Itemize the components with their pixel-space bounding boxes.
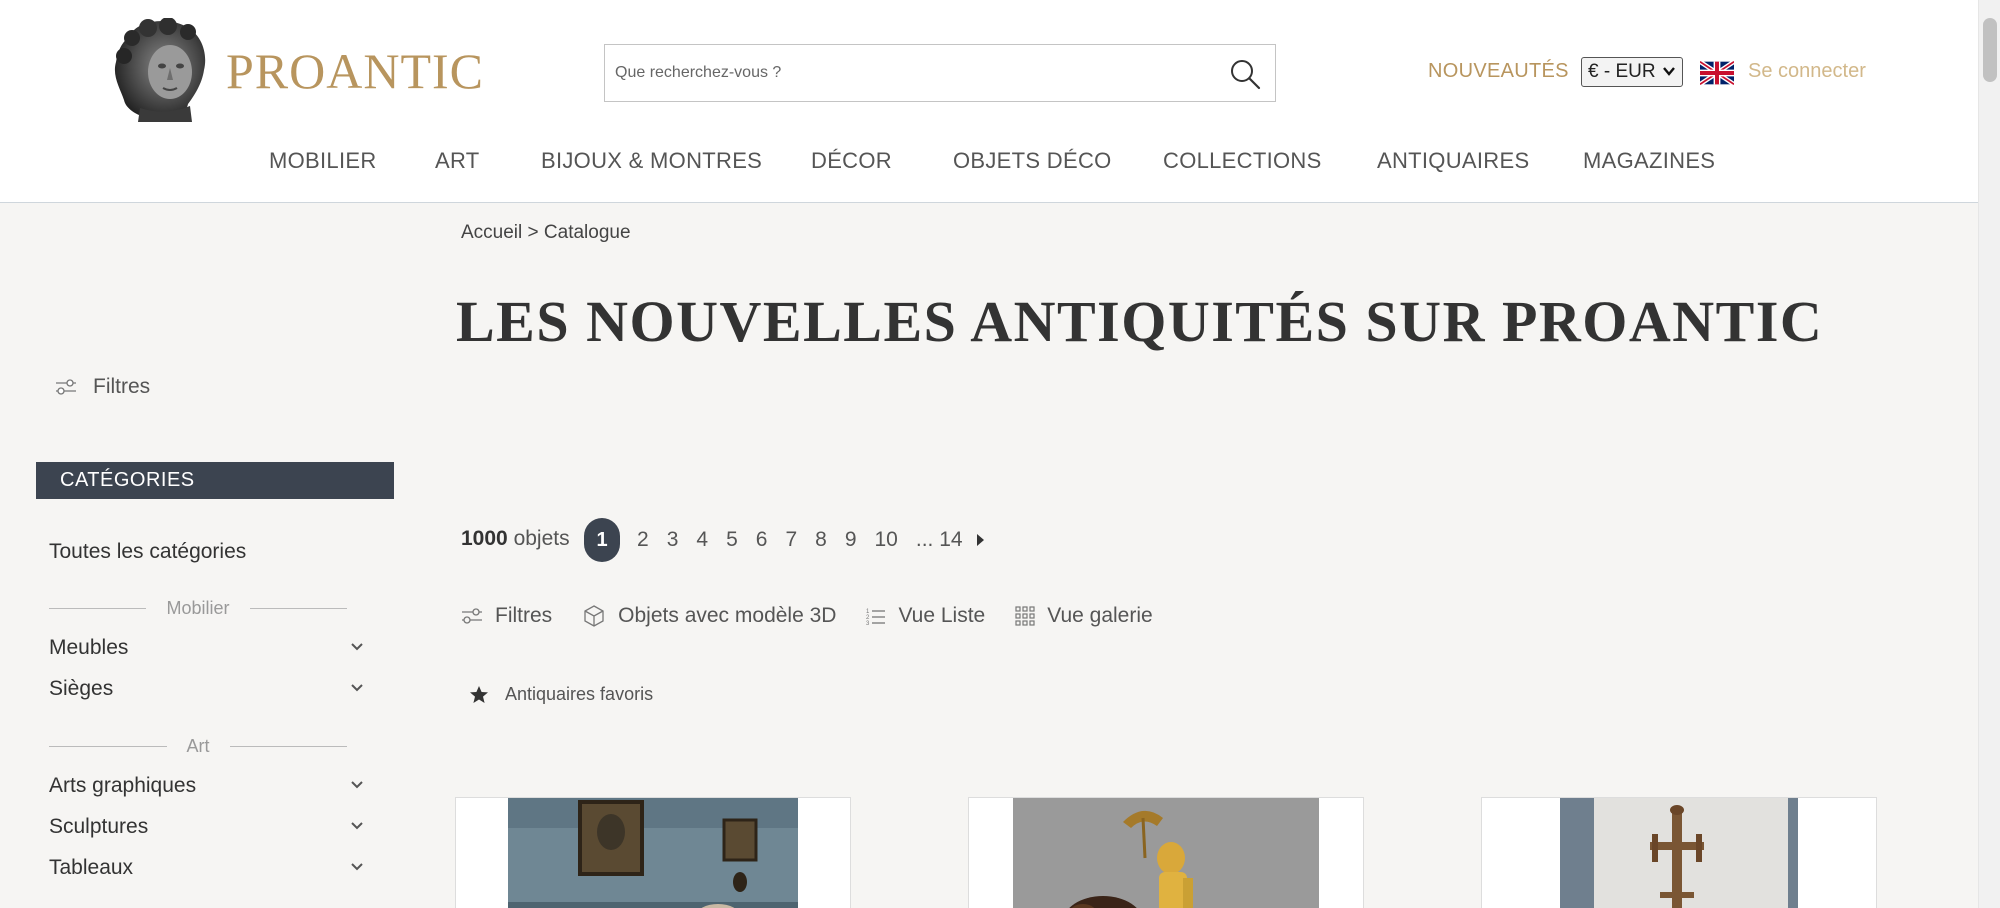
- product-image[interactable]: [1013, 798, 1319, 908]
- cube-3d-icon: [584, 605, 604, 627]
- category-item-label: Arts graphiques: [49, 774, 197, 797]
- all-categories-link[interactable]: Toutes les catégories: [49, 540, 246, 564]
- list-view-label: Vue Liste: [898, 604, 986, 627]
- wooden-stand-image: [1560, 798, 1798, 908]
- scrollbar-thumb[interactable]: [1983, 18, 1997, 82]
- brand-name: PROANTIC: [226, 43, 485, 99]
- favorite-dealers-label: Antiquaires favoris: [505, 684, 654, 704]
- nav-item-art[interactable]: ART: [435, 148, 480, 174]
- model3d-filter-button[interactable]: Objets avec modèle 3D: [582, 604, 836, 628]
- grid-view-icon: [1015, 606, 1035, 626]
- chevron-down-icon[interactable]: [350, 821, 364, 831]
- product-card[interactable]: [1481, 797, 1877, 908]
- new-arrivals-link[interactable]: NOUVEAUTÉS: [1428, 60, 1569, 83]
- list-view-icon: 1 2 3: [866, 609, 886, 626]
- view-toolbar: Filtres Objets avec modèle 3D 1 2 3 Vue …: [461, 604, 1183, 628]
- pagination: 1 2 3 4 5 6 7 8 9 10 ... 14: [584, 518, 986, 562]
- results-count: 1000 objets: [461, 527, 570, 551]
- category-group-title: Art: [186, 735, 210, 756]
- search-box: [604, 44, 1276, 102]
- category-item-label: Tableaux: [49, 856, 134, 879]
- nav-item-mobilier[interactable]: MOBILIER: [269, 148, 377, 174]
- page-link[interactable]: 4: [696, 528, 708, 552]
- product-card[interactable]: [968, 797, 1364, 908]
- gallery-view-button[interactable]: Vue galerie: [1015, 604, 1153, 628]
- page-link-last[interactable]: ... 14: [916, 528, 963, 552]
- nav-item-decor[interactable]: DÉCOR: [811, 148, 892, 174]
- category-item-meubles[interactable]: Meubles: [49, 636, 364, 664]
- page-link[interactable]: 2: [637, 528, 649, 552]
- sidebar-filters-button[interactable]: Filtres: [55, 375, 150, 399]
- product-image[interactable]: [508, 798, 798, 908]
- category-item-sieges[interactable]: Sièges: [49, 677, 364, 705]
- sidebar-filters-label: Filtres: [93, 375, 151, 398]
- search-icon[interactable]: [1229, 58, 1261, 90]
- filter-icon: [56, 379, 76, 395]
- search-input[interactable]: [615, 45, 1215, 101]
- currency-select[interactable]: € - EUR: [1581, 57, 1683, 87]
- category-group-title: Mobilier: [166, 597, 230, 618]
- chevron-down-icon[interactable]: [350, 683, 364, 693]
- page-link[interactable]: 3: [667, 528, 679, 552]
- star-icon: [470, 685, 488, 703]
- categories-header: CATÉGORIES: [36, 462, 394, 499]
- gallery-view-label: Vue galerie: [1047, 604, 1153, 627]
- page-link[interactable]: 10: [875, 528, 898, 552]
- product-image[interactable]: [1560, 798, 1798, 908]
- svg-text:3: 3: [866, 621, 870, 626]
- caret-right-icon[interactable]: [976, 532, 986, 548]
- nav-item-antiquaires[interactable]: ANTIQUAIRES: [1377, 148, 1529, 174]
- page-current[interactable]: 1: [584, 518, 620, 562]
- nav-item-bijoux-montres[interactable]: BIJOUX & MONTRES: [541, 148, 762, 174]
- nav-item-collections[interactable]: COLLECTIONS: [1163, 148, 1322, 174]
- category-item-label: Meubles: [49, 636, 129, 659]
- filters-label: Filtres: [495, 604, 553, 627]
- gilt-clock-image: [1013, 798, 1319, 908]
- page-link[interactable]: 5: [726, 528, 738, 552]
- model3d-label: Objets avec modèle 3D: [618, 604, 837, 627]
- main-nav: MOBILIER ART BIJOUX & MONTRES DÉCOR OBJE…: [0, 148, 1978, 178]
- page-link[interactable]: 9: [845, 528, 857, 552]
- logo[interactable]: PROANTIC: [110, 18, 484, 124]
- site-header: PROANTIC NOUVEAUTÉS € - EUR Se connecter…: [0, 0, 1978, 203]
- category-group-art: Art: [49, 735, 348, 757]
- nav-item-magazines[interactable]: MAGAZINES: [1583, 148, 1715, 174]
- filters-button[interactable]: Filtres: [461, 604, 552, 628]
- page-link[interactable]: 6: [756, 528, 768, 552]
- login-link[interactable]: Se connecter: [1748, 60, 1866, 83]
- chevron-down-icon[interactable]: [350, 642, 364, 652]
- product-card[interactable]: [455, 797, 851, 908]
- currency-value: € - EUR: [1588, 61, 1656, 82]
- chevron-down-icon[interactable]: [350, 780, 364, 790]
- nav-item-objets-deco[interactable]: OBJETS DÉCO: [953, 148, 1112, 174]
- category-item-label: Sièges: [49, 677, 114, 700]
- category-item-label: Sculptures: [49, 815, 149, 838]
- favorite-dealers-filter[interactable]: Antiquaires favoris: [469, 684, 653, 705]
- chevron-down-icon: [1663, 67, 1675, 76]
- uk-flag-icon[interactable]: [1700, 60, 1734, 86]
- category-item-sculptures[interactable]: Sculptures: [49, 815, 364, 843]
- page-link[interactable]: 8: [815, 528, 827, 552]
- category-group-mobilier: Mobilier: [49, 597, 347, 619]
- chevron-down-icon[interactable]: [350, 862, 364, 872]
- breadcrumb[interactable]: Accueil > Catalogue: [461, 222, 631, 244]
- page-link[interactable]: 7: [785, 528, 797, 552]
- results-count-number: 1000: [461, 527, 508, 550]
- page-scrollbar[interactable]: [1978, 0, 2000, 908]
- page-title: LES NOUVELLES ANTIQUITÉS SUR PROANTIC: [456, 289, 1824, 354]
- category-item-tableaux[interactable]: Tableaux: [49, 856, 364, 884]
- results-count-label: objets: [513, 527, 570, 550]
- bust-logo-icon: [114, 18, 206, 122]
- list-view-button[interactable]: 1 2 3 Vue Liste: [866, 604, 985, 628]
- filter-icon: [462, 608, 482, 624]
- painting-interior-image: [508, 798, 798, 908]
- category-item-arts-graphiques[interactable]: Arts graphiques: [49, 774, 364, 802]
